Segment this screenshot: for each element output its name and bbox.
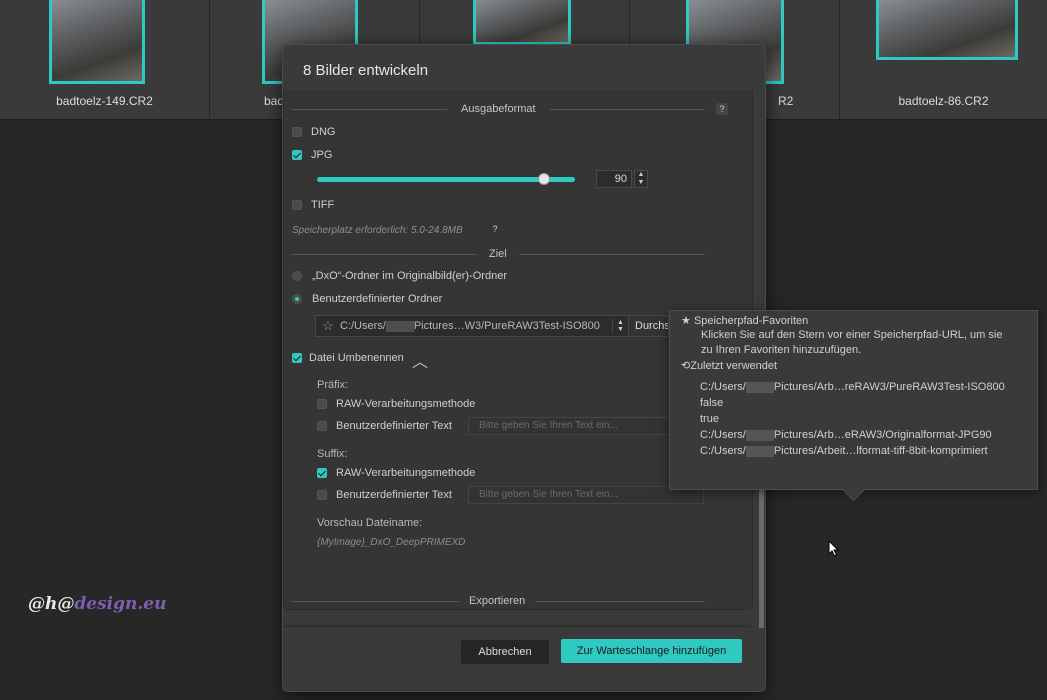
jpg-label: JPG [311, 149, 333, 161]
recent-path-item[interactable]: C:/Users/Pictures/Arbeit…lformat-tiff-8b… [700, 445, 988, 457]
star-icon[interactable]: ☆ [316, 318, 340, 334]
redacted-username [745, 445, 774, 457]
prefix-text-input[interactable]: Bitte geben Sie Ihren Text ein... [468, 417, 670, 435]
mouse-cursor-icon [828, 540, 840, 557]
dng-label: DNG [311, 126, 336, 138]
recent-path-item[interactable]: C:/Users/Pictures/Arb…eRAW3/Originalform… [700, 429, 992, 441]
path-favorites-tooltip: ★ Speicherpfad-Favoriten Klicken Sie auf… [669, 310, 1038, 490]
browse-button[interactable]: Durchsuchen [628, 316, 668, 336]
watermark-logo: @h@design.eu [28, 594, 167, 614]
history-icon: ⟲ [681, 360, 691, 372]
cancel-button[interactable]: Abbrechen [461, 640, 549, 664]
jpg-quality-stepper[interactable]: ▲ ▼ [634, 170, 648, 188]
output-format-help-icon[interactable]: ? [716, 103, 728, 115]
dxo-folder-radio[interactable] [292, 271, 302, 281]
tiff-label: TIFF [311, 199, 335, 211]
prefix-raw-checkbox[interactable] [317, 399, 327, 409]
favorites-hint: Klicken Sie auf den Stern vor einer Spei… [701, 329, 1003, 341]
path-history-arrows-icon[interactable]: ▲ ▼ [612, 319, 628, 333]
suffix-custom-label: Benutzerdefinierter Text [336, 489, 452, 501]
jpg-checkbox[interactable] [292, 150, 302, 160]
prefix-raw-label: RAW-Verarbeitungsmethode [336, 398, 476, 410]
thumbnail-cell[interactable]: badtoelz-149.CR2 [0, 0, 210, 120]
favorites-title: ★ Speicherpfad-Favoriten [681, 315, 809, 327]
jpg-quality-slider-knob[interactable] [538, 173, 550, 185]
recent-title: ⟲Zuletzt verwendet [681, 360, 778, 372]
tiff-checkbox[interactable] [292, 200, 302, 210]
thumbnail-image[interactable] [473, 0, 571, 45]
redacted-username [385, 320, 414, 332]
dng-checkbox[interactable] [292, 127, 302, 137]
recent-path-item[interactable]: true [700, 413, 719, 425]
storage-required-note: Speicherplatz erforderlich: 5.0-24.8MB [292, 225, 463, 236]
dialog-title: 8 Bilder entwickeln [303, 62, 429, 79]
dxo-folder-label: „DxO“-Ordner im Originalbild(er)-Ordner [312, 270, 507, 282]
output-path-text[interactable]: C:/Users/Pictures…W3/PureRAW3Test-ISO800 [340, 320, 612, 332]
suffix-raw-checkbox[interactable] [317, 468, 327, 478]
rename-label: Datei Umbenennen [309, 352, 404, 364]
output-path-field[interactable]: ☆ C:/Users/Pictures…W3/PureRAW3Test-ISO8… [315, 315, 669, 337]
export-panel [283, 625, 753, 628]
recent-path-item[interactable]: C:/Users/Pictures/Arb…reRAW3/PureRAW3Tes… [700, 381, 1005, 393]
storage-help-icon[interactable]: ? [489, 223, 501, 235]
chevron-up-icon[interactable]: ︿ [412, 348, 428, 372]
custom-folder-label: Benutzerdefinierter Ordner [312, 293, 443, 305]
thumbnail-label: badtoelz-86.CR2 [898, 94, 989, 108]
prefix-custom-label: Benutzerdefinierter Text [336, 420, 452, 432]
star-icon: ★ [681, 315, 691, 327]
preview-filename-value: {MyImage}_DxO_DeepPRIMEXD [317, 537, 466, 548]
target-heading: Ziel [291, 248, 705, 260]
favorites-hint: zu Ihren Favoriten hinzuzufügen. [701, 344, 862, 356]
thumbnail-image[interactable] [876, 0, 1018, 60]
add-to-queue-button[interactable]: Zur Warteschlange hinzufügen [561, 639, 742, 663]
suffix-label: Suffix: [317, 448, 348, 460]
thumbnail-image[interactable] [49, 0, 145, 84]
suffix-raw-label: RAW-Verarbeitungsmethode [336, 467, 476, 479]
custom-folder-radio[interactable] [292, 294, 302, 304]
thumbnail-cell[interactable]: badtoelz-86.CR2 [840, 0, 1047, 120]
recent-path-item[interactable]: false [700, 397, 723, 409]
prefix-label: Präfix: [317, 379, 349, 391]
thumbnail-label: badtoelz-149.CR2 [56, 94, 153, 108]
output-format-heading: Ausgabeformat [291, 103, 705, 115]
prefix-custom-checkbox[interactable] [317, 421, 327, 431]
jpg-quality-slider[interactable] [317, 177, 575, 182]
export-heading[interactable]: Exportieren [291, 595, 705, 607]
jpg-quality-input[interactable]: 90 [596, 170, 632, 188]
suffix-custom-checkbox[interactable] [317, 490, 327, 500]
rename-toggle-checkbox[interactable] [292, 353, 302, 363]
redacted-username [745, 429, 774, 441]
redacted-username [745, 381, 774, 393]
preview-filename-label: Vorschau Dateiname: [317, 517, 423, 529]
